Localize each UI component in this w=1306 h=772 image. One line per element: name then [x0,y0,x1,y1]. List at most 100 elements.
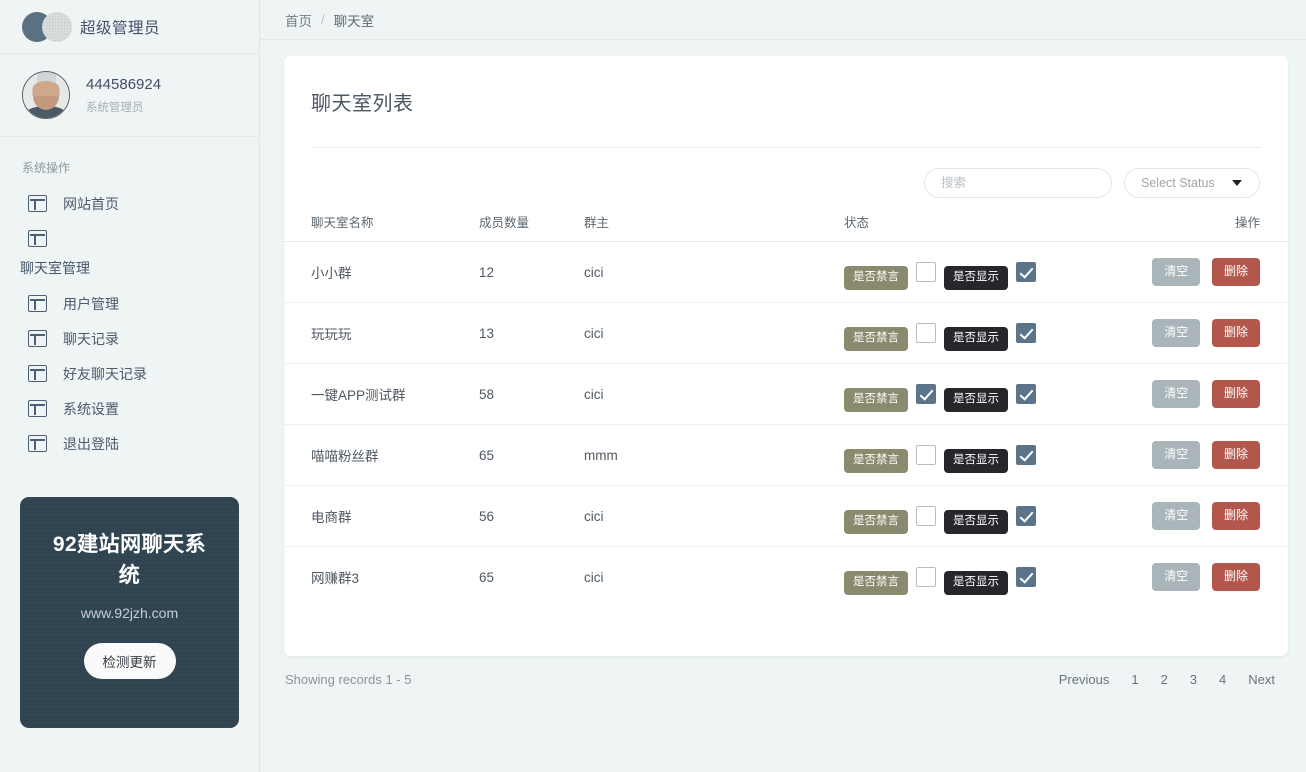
show-toggle-button[interactable]: 是否显示 [944,388,1008,412]
cell-actions: 清空 删除 [1104,363,1288,425]
sidebar-item-label: 聊天记录 [63,330,119,347]
show-toggle-button[interactable]: 是否显示 [944,327,1008,351]
search-input[interactable] [924,168,1112,198]
breadcrumb-home[interactable]: 首页 [285,10,312,30]
sidebar-item-user-management[interactable]: 用户管理 [0,286,259,321]
sidebar-item-unlabeled[interactable] [0,221,259,256]
status-filter-select[interactable]: Select Status [1124,168,1260,198]
table-row: 小小群 12 cici 是否禁言 是否显示 清空 删除 [284,241,1288,303]
cell-room-name: 玩玩玩 [284,302,479,364]
layout-icon [28,230,47,247]
delete-button[interactable]: 删除 [1211,319,1260,347]
col-header-members: 成员数量 [479,198,584,242]
user-role: 系统管理员 [86,102,144,114]
layout-icon [28,295,47,312]
mute-checkbox[interactable] [916,261,936,282]
cell-member-count: 65 [479,424,584,486]
cell-member-count: 56 [479,485,584,547]
sidebar-item-label: 好友聊天记录 [63,365,147,382]
clear-button[interactable]: 清空 [1152,563,1201,592]
table-row: 玩玩玩 13 cici 是否禁言 是否显示 清空 删除 [284,302,1288,364]
table-row: 网赚群3 65 cici 是否禁言 是否显示 清空 删除 [284,547,1288,608]
show-toggle-button[interactable]: 是否显示 [944,266,1008,290]
promo-card: 92建站网聊天系统 www.92jzh.com 检测更新 [20,497,239,728]
brand-name: 超级管理员 [80,19,161,37]
cell-owner: cici [584,569,604,585]
sidebar-item-chat-records[interactable]: 聊天记录 [0,321,259,356]
pagination-previous[interactable]: Previous [1048,666,1121,693]
pagination-page-2[interactable]: 2 [1150,666,1179,693]
table-body: 小小群 12 cici 是否禁言 是否显示 清空 删除 玩玩玩 13 cici … [284,241,1288,608]
cell-owner: mmm [584,424,844,486]
mute-checkbox[interactable] [916,383,936,404]
mute-toggle-button[interactable]: 是否禁言 [844,266,908,290]
delete-button[interactable]: 删除 [1211,441,1260,469]
pagination-next[interactable]: Next [1237,666,1286,693]
delete-button[interactable]: 删除 [1211,258,1260,286]
breadcrumb: 首页 / 聊天室 [260,0,1306,40]
table-header-row: 聊天室名称 成员数量 群主 状态 操作 [284,198,1288,242]
show-checkbox[interactable] [1016,444,1036,465]
clear-button[interactable]: 清空 [1152,258,1201,286]
cell-room-name: 小小群 [284,241,479,303]
col-header-name: 聊天室名称 [284,198,479,242]
cell-actions: 清空 删除 [1104,547,1288,608]
cell-member-count: 12 [479,241,584,303]
nav-group-chatroom-title: 聊天室管理 [20,260,90,276]
breadcrumb-separator: / [321,12,325,27]
mute-toggle-button[interactable]: 是否禁言 [844,327,908,351]
col-header-actions: 操作 [1104,198,1288,242]
cell-status: 是否禁言 是否显示 [844,241,1104,303]
sidebar-item-website-home[interactable]: 网站首页 [0,186,259,221]
show-checkbox[interactable] [1016,261,1036,282]
show-checkbox[interactable] [1016,505,1036,526]
sidebar: 超级管理员 444586924 系统管理员 系统操作 网站首页 聊天室管理 用户… [0,0,260,772]
main-content: 首页 / 聊天室 聊天室列表 Select Status 聊天室名称 成员数量 [260,0,1306,772]
cell-actions: 清空 删除 [1104,302,1288,364]
sidebar-item-friend-chat-records[interactable]: 好友聊天记录 [0,356,259,391]
show-toggle-button[interactable]: 是否显示 [944,510,1008,534]
delete-button[interactable]: 删除 [1211,380,1260,408]
mute-toggle-button[interactable]: 是否禁言 [844,449,908,473]
check-update-button[interactable]: 检测更新 [83,643,176,679]
show-toggle-button[interactable]: 是否显示 [944,449,1008,473]
mute-checkbox[interactable] [916,444,936,465]
table-row: 电商群 56 cici 是否禁言 是否显示 清空 删除 [284,485,1288,547]
pagination-page-1[interactable]: 1 [1120,666,1149,693]
page-title: 聊天室列表 [311,93,414,115]
cell-owner: cici [584,241,844,303]
cell-actions: 清空 删除 [1104,485,1288,547]
cell-owner: cici [584,363,844,425]
sidebar-item-logout[interactable]: 退出登陆 [0,426,259,461]
sidebar-item-system-settings[interactable]: 系统设置 [0,391,259,426]
delete-button[interactable]: 删除 [1211,563,1260,592]
breadcrumb-current: 聊天室 [333,13,375,29]
pagination-page-3[interactable]: 3 [1179,666,1208,693]
mute-checkbox[interactable] [916,567,936,588]
show-checkbox[interactable] [1016,322,1036,343]
user-profile[interactable]: 444586924 系统管理员 [0,54,259,137]
mute-checkbox[interactable] [916,505,936,526]
clear-button[interactable]: 清空 [1152,441,1201,469]
pagination-page-4[interactable]: 4 [1208,666,1237,693]
mute-toggle-button[interactable]: 是否禁言 [844,388,908,412]
layout-icon [28,365,47,382]
clear-button[interactable]: 清空 [1152,502,1201,530]
app-root: 超级管理员 444586924 系统管理员 系统操作 网站首页 聊天室管理 用户… [0,0,1306,772]
clear-button[interactable]: 清空 [1152,319,1201,347]
sidebar-item-label: 网站首页 [63,195,119,212]
show-checkbox[interactable] [1016,383,1036,404]
mute-toggle-button[interactable]: 是否禁言 [844,510,908,534]
delete-button[interactable]: 删除 [1211,502,1260,530]
mute-toggle-button[interactable]: 是否禁言 [844,571,908,596]
layout-icon [28,400,47,417]
cell-member-count: 58 [479,363,584,425]
cell-status: 是否禁言 是否显示 [844,424,1104,486]
show-toggle-button[interactable]: 是否显示 [944,571,1008,596]
mute-checkbox[interactable] [916,322,936,343]
brand-header: 超级管理员 [0,0,259,54]
clear-button[interactable]: 清空 [1152,380,1201,408]
show-checkbox[interactable] [1016,567,1036,588]
table-head: 聊天室名称 成员数量 群主 状态 操作 [284,198,1288,242]
cell-actions: 清空 删除 [1104,424,1288,486]
